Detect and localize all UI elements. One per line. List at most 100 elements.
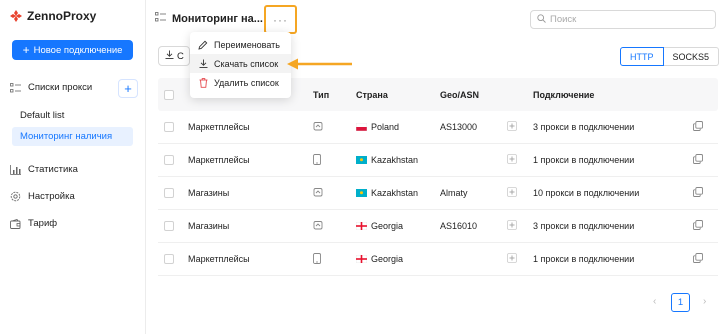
poland-flag-icon (356, 123, 367, 131)
prev-page-icon[interactable]: ‹ (653, 296, 656, 307)
chart-icon (10, 164, 21, 175)
menu-item-label: Удалить список (214, 77, 279, 88)
row-name: Магазины (188, 221, 230, 231)
home-icon (313, 187, 356, 199)
row-connection: 3 прокси в подключении (533, 122, 635, 132)
wallet-icon (10, 218, 21, 229)
expand-row-icon[interactable] (507, 121, 533, 133)
row-country: Kazakhstan (356, 188, 440, 198)
row-geo: Almaty (440, 188, 468, 198)
sidebar-item-label: Мониторинг наличия (20, 131, 113, 142)
new-connection-button[interactable]: + Новое подключение (12, 40, 133, 60)
logo-text: ZennoProxy (27, 9, 97, 23)
copy-icon[interactable] (693, 187, 718, 199)
select-all-cell (158, 89, 188, 100)
sidebar: ZennoProxy + Новое подключение Списки пр… (0, 0, 146, 334)
mobile-icon (313, 252, 356, 266)
sidebar-item-label: Статистика (28, 164, 78, 175)
pencil-icon (198, 40, 208, 50)
next-page-icon[interactable]: › (703, 296, 706, 307)
protocol-switch: HTTP SOCKS5 (620, 47, 720, 66)
sidebar-item-statistics[interactable]: Статистика (10, 164, 78, 175)
row-select-cell (158, 188, 188, 198)
row-country: Georgia (356, 221, 440, 231)
georgia-flag-icon (356, 222, 367, 230)
row-select-cell (158, 122, 188, 132)
sidebar-item-settings[interactable]: Настройка (10, 191, 75, 202)
download-button[interactable]: С (158, 46, 190, 66)
plus-icon: + (22, 43, 30, 57)
row-country: Poland (356, 122, 440, 132)
more-options-button[interactable]: ··· (264, 5, 297, 34)
search-input[interactable]: Поиск (530, 10, 716, 29)
expand-row-icon[interactable] (507, 187, 533, 199)
row-select-cell (158, 254, 188, 264)
row-connection: 1 прокси в подключении (533, 254, 635, 264)
row-checkbox[interactable] (164, 188, 174, 198)
sidebar-item-monitoring[interactable]: Мониторинг наличия (12, 127, 133, 146)
annotation-arrow-icon (287, 58, 352, 70)
sidebar-item-label: Default list (20, 110, 65, 121)
table-row[interactable]: Маркетплейсы Georgia 1 прокси в подключени… (158, 243, 718, 276)
proxy-lists-header[interactable]: Списки прокси (10, 82, 92, 93)
ellipsis-icon: ··· (273, 12, 288, 27)
proxy-table: Тип Страна Geo/ASN Подключение Маркетпле… (158, 78, 718, 276)
copy-icon[interactable] (693, 220, 718, 232)
header-country: Страна (356, 89, 388, 100)
menu-item-delete-list[interactable]: Удалить список (190, 73, 291, 92)
table-row[interactable]: Магазины Kazakhstan Almaty 10 прокси в подк… (158, 177, 718, 210)
table-row[interactable]: Магазины Georgia AS16010 3 прокси в подключ… (158, 210, 718, 243)
sidebar-item-tariff[interactable]: Тариф (10, 218, 57, 229)
download-icon (165, 50, 174, 62)
new-connection-label: Новое подключение (33, 44, 123, 56)
expand-row-icon[interactable] (507, 154, 533, 166)
georgia-flag-icon (356, 255, 367, 263)
kazakhstan-flag-icon (356, 189, 367, 197)
row-name: Маркетплейсы (188, 254, 250, 264)
logo[interactable]: ZennoProxy (9, 9, 96, 23)
sidebar-item-label: Настройка (28, 191, 75, 202)
mobile-icon (313, 153, 356, 167)
select-all-checkbox[interactable] (164, 89, 174, 100)
add-list-button[interactable]: + (118, 79, 138, 98)
page-number-button[interactable]: 1 (671, 293, 690, 312)
kazakhstan-flag-icon (356, 156, 367, 164)
row-country-label: Kazakhstan (371, 188, 419, 198)
menu-item-download-list[interactable]: Скачать список (190, 54, 291, 73)
row-select-cell (158, 155, 188, 165)
list-options-menu: Переименовать Скачать список Удалить спи… (190, 32, 291, 98)
list-icon (155, 12, 166, 25)
home-icon (313, 220, 356, 232)
row-select-cell (158, 221, 188, 231)
header-geo: Geo/ASN (440, 89, 480, 100)
row-checkbox[interactable] (164, 254, 174, 264)
page-title-row: Мониторинг на... (155, 12, 263, 25)
page-title: Мониторинг на... (172, 12, 263, 25)
protocol-http-tab[interactable]: HTTP (620, 47, 664, 66)
row-country: Kazakhstan (356, 155, 440, 165)
row-connection: 10 прокси в подключении (533, 188, 640, 198)
table-row[interactable]: Маркетплейсы Kazakhstan 1 прокси в подключ… (158, 144, 718, 177)
download-icon (198, 59, 208, 68)
expand-row-icon[interactable] (507, 220, 533, 232)
table-row[interactable]: Маркетплейсы Poland AS13000 3 прокси в подк… (158, 111, 718, 144)
row-checkbox[interactable] (164, 221, 174, 231)
expand-row-icon[interactable] (507, 253, 533, 265)
trash-icon (198, 77, 208, 88)
copy-icon[interactable] (693, 121, 718, 133)
row-name: Магазины (188, 188, 230, 198)
row-connection: 3 прокси в подключении (533, 221, 635, 231)
copy-icon[interactable] (693, 253, 718, 265)
home-icon (313, 121, 356, 133)
row-checkbox[interactable] (164, 122, 174, 132)
menu-item-rename[interactable]: Переименовать (190, 35, 291, 54)
row-country-label: Georgia (371, 221, 404, 231)
sidebar-item-default-list[interactable]: Default list (12, 106, 133, 125)
download-button-label: С (177, 50, 184, 62)
protocol-socks5-tab[interactable]: SOCKS5 (663, 47, 720, 66)
row-checkbox[interactable] (164, 155, 174, 165)
copy-icon[interactable] (693, 154, 718, 166)
search-placeholder: Поиск (550, 14, 577, 25)
row-country-label: Poland (371, 122, 400, 132)
row-country-label: Georgia (371, 254, 404, 264)
